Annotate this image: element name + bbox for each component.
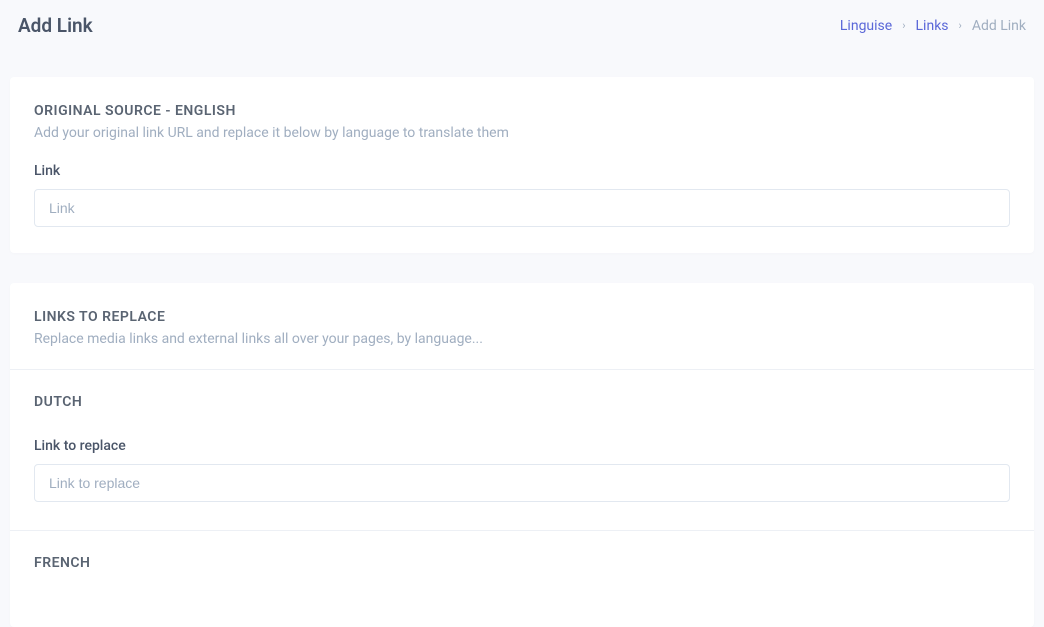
breadcrumb-link-linguise[interactable]: Linguise bbox=[840, 18, 892, 34]
language-section-dutch: DUTCH Link to replace bbox=[10, 369, 1034, 530]
original-source-card: ORIGINAL SOURCE - ENGLISH Add your origi… bbox=[10, 77, 1034, 253]
card-inner: ORIGINAL SOURCE - ENGLISH Add your origi… bbox=[10, 77, 1034, 253]
breadcrumb: Linguise › Links › Add Link bbox=[840, 18, 1026, 34]
link-replace-input-dutch[interactable] bbox=[34, 464, 1010, 502]
replace-section-title: LINKS TO REPLACE bbox=[34, 309, 1010, 325]
chevron-right-icon: › bbox=[902, 19, 905, 32]
source-section-title: ORIGINAL SOURCE - ENGLISH bbox=[34, 103, 1010, 119]
links-to-replace-card: LINKS TO REPLACE Replace media links and… bbox=[10, 283, 1034, 627]
breadcrumb-link-links[interactable]: Links bbox=[916, 18, 949, 34]
chevron-right-icon: › bbox=[959, 19, 962, 32]
source-section-desc: Add your original link URL and replace i… bbox=[34, 125, 1010, 141]
card-header: LINKS TO REPLACE Replace media links and… bbox=[10, 283, 1034, 369]
page-header: Add Link Linguise › Links › Add Link bbox=[0, 0, 1044, 47]
language-section-french: FRENCH bbox=[10, 530, 1034, 627]
link-replace-label: Link to replace bbox=[34, 438, 1010, 454]
language-title: FRENCH bbox=[34, 555, 1010, 571]
link-input[interactable] bbox=[34, 189, 1010, 227]
content: ORIGINAL SOURCE - ENGLISH Add your origi… bbox=[0, 77, 1044, 627]
breadcrumb-current: Add Link bbox=[972, 18, 1026, 34]
link-label: Link bbox=[34, 163, 1010, 179]
language-title: DUTCH bbox=[34, 394, 1010, 410]
page-title: Add Link bbox=[18, 14, 93, 37]
replace-section-desc: Replace media links and external links a… bbox=[34, 331, 1010, 347]
